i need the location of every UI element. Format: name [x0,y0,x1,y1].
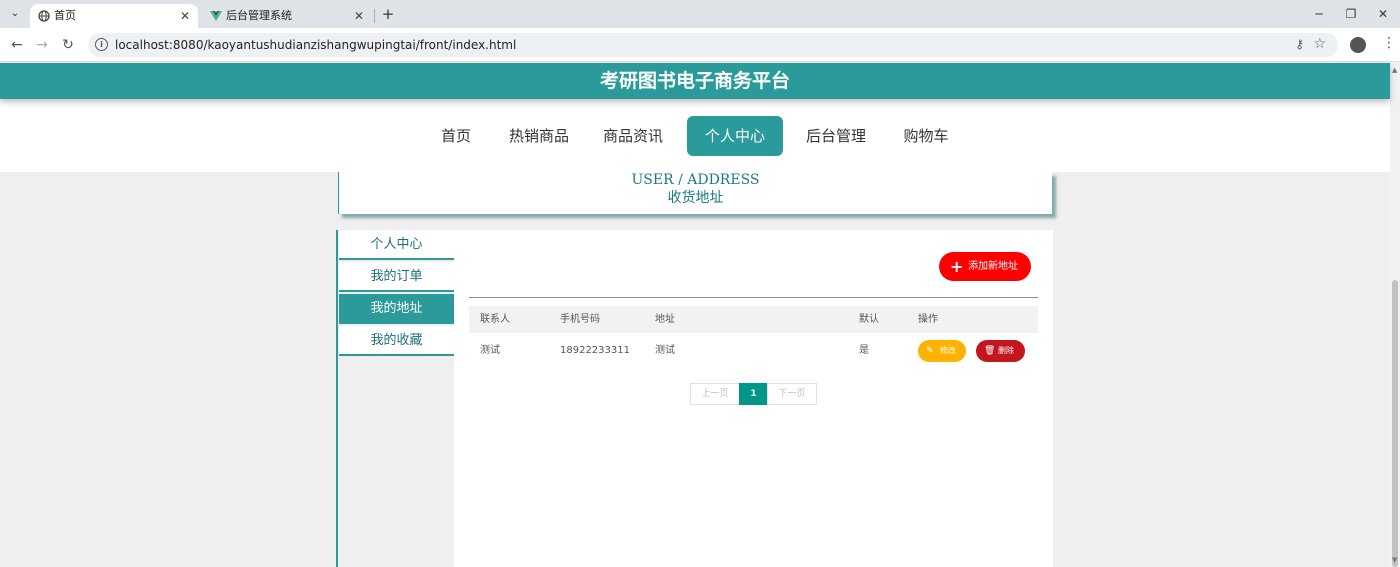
info-icon[interactable]: i [95,38,108,51]
sidebar-item-address[interactable]: 我的地址 [339,294,454,324]
delete-button[interactable]: 🗑 删除 [976,340,1025,362]
cell-contact: 测试 [480,345,500,356]
tab-search-chevron-down-icon[interactable]: ⌄ [6,5,24,23]
forward-icon[interactable]: → [33,36,51,54]
column-header-contact: 联系人 [480,314,510,325]
breadcrumb: USER / ADDRESS 收货地址 [338,172,1052,214]
table-header [469,306,1038,333]
scroll-up-icon[interactable]: ▲ [1392,66,1397,74]
nav-hot-products[interactable]: 热销商品 [503,116,575,156]
url-text[interactable]: localhost:8080/kaoyantushudianzishangwup… [115,33,516,57]
column-header-default: 默认 [859,314,879,325]
nav-personal-center[interactable]: 个人中心 [687,116,783,156]
sidebar-accent-line [336,230,338,567]
tab-separator [374,9,375,23]
delete-label: 删除 [998,346,1014,355]
site-title: 考研图书电子商务平台 [599,70,790,92]
scroll-down-icon[interactable]: ▼ [1392,556,1397,564]
new-tab-plus-icon[interactable]: + [380,4,396,24]
pencil-icon: ✎ [926,346,934,356]
browser-tab-home[interactable]: 首页 ✕ [30,4,198,28]
close-icon[interactable]: ✕ [354,4,364,28]
nav-cart[interactable]: 购物车 [894,116,958,156]
close-icon[interactable]: ✕ [180,4,190,28]
column-header-actions: 操作 [918,314,938,325]
breadcrumb-en: USER / ADDRESS [631,172,760,188]
sidebar-item-favorites[interactable]: 我的收藏 [339,326,454,356]
column-header-address: 地址 [655,314,675,325]
cell-default: 是 [859,345,869,356]
more-icon[interactable]: ⋮ [1382,35,1396,51]
site-header: 考研图书电子商务平台 [0,63,1390,99]
minimize-icon[interactable]: ─ [1304,4,1334,24]
nav-admin[interactable]: 后台管理 [800,116,872,156]
tab-title: 后台管理系统 [226,9,292,22]
add-address-button[interactable]: + 添加新地址 [939,252,1031,281]
tab-title: 首页 [54,9,76,22]
cell-address: 测试 [655,345,675,356]
scrollbar-thumb[interactable] [1392,280,1398,567]
prev-page-button[interactable]: 上一页 [690,383,740,405]
nav-product-news[interactable]: 商品资讯 [597,116,669,156]
address-bar[interactable]: i localhost:8080/kaoyantushudianzishangw… [88,33,1338,57]
profile-icon[interactable] [1350,37,1366,53]
trash-icon: 🗑 [984,346,996,356]
add-address-label: 添加新地址 [968,261,1018,272]
star-icon[interactable]: ☆ [1313,36,1326,52]
back-icon[interactable]: ← [8,36,26,54]
key-icon[interactable]: ⚷ [1295,37,1304,51]
plus-icon: + [950,257,964,276]
vue-logo-icon [210,11,222,21]
current-page-button[interactable]: 1 [739,383,768,405]
cell-phone: 18922233311 [560,345,630,356]
reload-icon[interactable]: ↻ [59,36,77,54]
browser-tab-admin[interactable]: 后台管理系统 ✕ [202,4,372,28]
globe-icon [38,10,50,22]
nav-home[interactable]: 首页 [432,116,480,156]
sidebar-item-orders[interactable]: 我的订单 [339,262,454,292]
divider [469,297,1038,298]
breadcrumb-zh: 收货地址 [667,190,724,206]
column-header-phone: 手机号码 [560,314,600,325]
edit-label: 修改 [940,346,956,355]
window-close-icon[interactable]: ✕ [1368,4,1398,24]
next-page-button[interactable]: 下一页 [767,383,817,405]
sidebar-item-profile[interactable]: 个人中心 [339,230,454,260]
edit-button[interactable]: ✎ 修改 [918,340,966,362]
restore-icon[interactable]: ❐ [1336,4,1366,24]
